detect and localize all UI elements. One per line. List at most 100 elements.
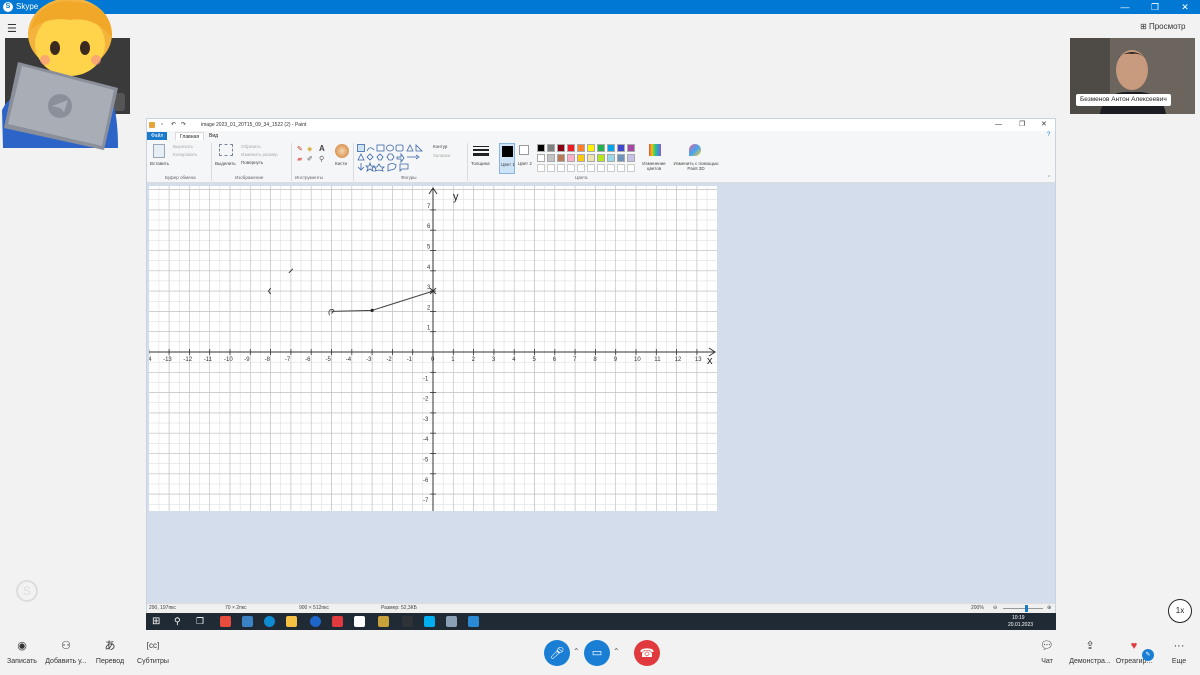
color1-button[interactable]: Цвет 1 — [499, 143, 515, 174]
shapes-gallery[interactable] — [357, 144, 429, 172]
maximize-button[interactable]: ❐ — [1140, 0, 1170, 14]
mic-options-chevron-icon[interactable]: ⌃ — [573, 647, 580, 656]
camera-button[interactable]: ▭ — [584, 640, 610, 666]
palette-swatch-empty[interactable] — [577, 164, 585, 172]
palette-swatch-empty[interactable] — [587, 164, 595, 172]
paste-icon[interactable] — [153, 144, 165, 158]
record-button[interactable]: ◉ Записать — [6, 640, 38, 665]
rotate-button[interactable]: Повернуть — [241, 160, 263, 165]
palette-swatch[interactable] — [627, 154, 635, 162]
palette-swatch-empty[interactable] — [617, 164, 625, 172]
color2-label[interactable]: Цвет 2 — [518, 161, 532, 166]
notepad-icon[interactable] — [354, 616, 365, 627]
share-screen-button[interactable]: ⇪ Демонстра... — [1066, 640, 1114, 665]
paint-minimize-button[interactable]: — — [995, 119, 1002, 131]
palette-swatch[interactable] — [597, 154, 605, 162]
palette-swatch[interactable] — [617, 154, 625, 162]
tab-home[interactable]: Главная — [175, 132, 205, 140]
add-user-button[interactable]: ⚇ Добавить у... — [42, 640, 90, 665]
app-icon[interactable] — [402, 616, 413, 627]
select-label[interactable]: Выделить — [215, 161, 236, 166]
zoom-out-button[interactable]: ⊖ — [993, 605, 997, 611]
paint3d-label[interactable]: Изменить с помощью Paint 3D — [673, 161, 719, 171]
paint3d-icon[interactable] — [689, 144, 701, 156]
palette-swatch[interactable] — [617, 144, 625, 152]
palette-swatch[interactable] — [567, 154, 575, 162]
chat-button[interactable]: 💬︎ Чат — [1034, 640, 1060, 665]
yandex-icon[interactable] — [332, 616, 343, 627]
explorer-icon[interactable] — [286, 616, 297, 627]
outline-button[interactable]: Контур — [433, 144, 447, 149]
palette-swatch-empty[interactable] — [607, 164, 615, 172]
edit-colors-icon[interactable] — [649, 144, 661, 156]
view-button[interactable]: ⊞ Просмотр — [1140, 22, 1185, 31]
palette-swatch[interactable] — [607, 154, 615, 162]
palette-swatch-empty[interactable] — [567, 164, 575, 172]
paint-close-button[interactable]: ✕ — [1041, 119, 1047, 131]
app-icon[interactable] — [310, 616, 321, 627]
paint-task-icon[interactable] — [446, 616, 457, 627]
palette-swatch-empty[interactable] — [547, 164, 555, 172]
fill-icon[interactable]: ◈ — [307, 145, 312, 153]
palette-swatch[interactable] — [577, 144, 585, 152]
palette-swatch-empty[interactable] — [627, 164, 635, 172]
paint-maximize-button[interactable]: ❐ — [1019, 119, 1025, 131]
presenter-video-thumbnail[interactable]: Безменов Антон Алексеевич — [1070, 38, 1195, 114]
task-view-icon[interactable]: ❐ — [196, 616, 204, 627]
size-icon[interactable] — [473, 144, 489, 158]
palette-swatch-empty[interactable] — [557, 164, 565, 172]
app-icon[interactable] — [220, 616, 231, 627]
palette-swatch[interactable] — [557, 154, 565, 162]
fill-button[interactable]: Заливка — [433, 153, 450, 158]
collapse-ribbon-icon[interactable]: ⌃ — [1047, 175, 1051, 181]
palette-swatch[interactable] — [567, 144, 575, 152]
palette-swatch[interactable] — [597, 144, 605, 152]
brushes-label[interactable]: Кисти — [335, 161, 347, 166]
palette-swatch-empty[interactable] — [537, 164, 545, 172]
palette-swatch[interactable] — [547, 144, 555, 152]
palette-swatch[interactable] — [537, 144, 545, 152]
minimize-button[interactable]: — — [1110, 0, 1140, 14]
brushes-icon[interactable] — [335, 144, 349, 158]
size-label[interactable]: Толщина — [471, 161, 490, 166]
undo-icon[interactable]: ↶ — [171, 119, 176, 131]
cut-button[interactable]: Вырезать — [173, 144, 193, 149]
windows-start-icon[interactable]: ⊞ — [152, 616, 160, 627]
tab-view[interactable]: Вид — [205, 132, 222, 140]
skype-task-icon[interactable] — [424, 616, 435, 627]
close-button[interactable]: ✕ — [1170, 0, 1200, 14]
redo-icon[interactable]: ↷ — [181, 119, 186, 131]
search-icon[interactable]: ⚲ — [174, 616, 181, 627]
subtitles-button[interactable]: [cc] Субтитры — [136, 640, 170, 665]
eraser-icon[interactable]: ▰ — [297, 155, 302, 163]
palette-swatch[interactable] — [557, 144, 565, 152]
zoom-in-button[interactable]: ⊕ — [1047, 605, 1051, 611]
palette-swatch[interactable] — [627, 144, 635, 152]
palette-swatch[interactable] — [547, 154, 555, 162]
end-call-button[interactable]: ☎ — [634, 640, 660, 666]
camera-options-chevron-icon[interactable]: ⌃ — [613, 647, 620, 656]
pencil-icon[interactable]: ✎ — [297, 145, 303, 153]
color2-swatch[interactable] — [519, 145, 529, 155]
edge-icon[interactable] — [264, 616, 275, 627]
palette-swatch[interactable] — [607, 144, 615, 152]
translate-button[interactable]: あ Перевод — [94, 640, 126, 665]
resize-button[interactable]: Изменить размер — [241, 152, 278, 157]
tab-file[interactable]: Файл — [147, 132, 168, 140]
select-icon[interactable] — [219, 144, 233, 156]
picker-icon[interactable]: ✐ — [307, 155, 313, 163]
help-icon[interactable]: ? — [1043, 131, 1054, 139]
palette-swatch[interactable] — [577, 154, 585, 162]
zoom-thumb[interactable] — [1025, 605, 1028, 612]
magnifier-icon[interactable]: ⚲ — [319, 155, 324, 163]
save-icon[interactable]: ▫ — [161, 119, 163, 131]
palette-swatch[interactable] — [587, 154, 595, 162]
playback-speed-button[interactable]: 1x — [1168, 599, 1192, 623]
app-icon[interactable] — [378, 616, 389, 627]
drawing-canvas[interactable]: xy-14-13-12-11-10-9-8-7-6-5-4-3-2-101234… — [143, 186, 717, 511]
copy-button[interactable]: Копировать — [173, 152, 197, 157]
microphone-button[interactable]: 🎤︎ — [544, 640, 570, 666]
palette-swatch-empty[interactable] — [597, 164, 605, 172]
edit-colors-label[interactable]: Изменение цветов — [641, 161, 667, 171]
text-icon[interactable]: A — [319, 144, 325, 153]
